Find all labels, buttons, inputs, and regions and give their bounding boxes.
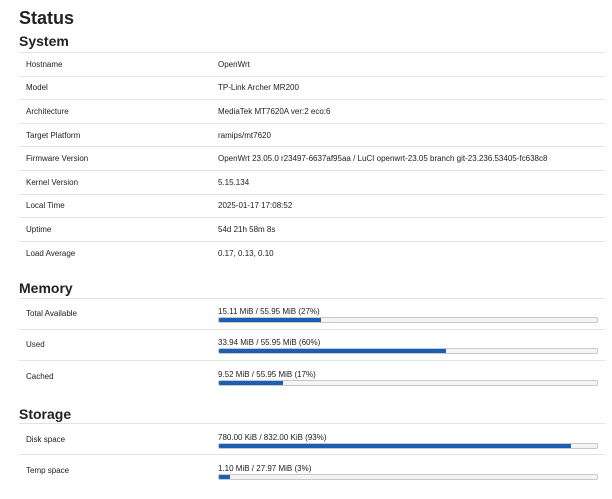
memory-row-label: Cached (19, 359, 218, 392)
storage-usage: 780.00 KiB / 832.00 KiB (93%) (218, 430, 605, 449)
memory-progress-fill (219, 318, 322, 323)
memory-usage-text: 33.94 MiB / 55.95 MiB (60%) (218, 338, 321, 348)
storage-row-label: Temp space (19, 454, 218, 486)
system-row-value: 54d 21h 58m 8s (218, 217, 605, 242)
memory-progress-bar (218, 348, 598, 355)
memory-row-label: Total Available (19, 297, 218, 330)
memory-progress-bar (218, 379, 598, 386)
system-row-label: Load Average (19, 240, 218, 265)
system-row: Local Time 2025-01-17 17:08:52 (19, 193, 605, 218)
section-title-memory: Memory (19, 279, 73, 296)
memory-row: Used 33.94 MiB / 55.95 MiB (60%) (19, 328, 605, 361)
storage-progress-bar (218, 442, 598, 449)
system-row-value: OpenWrt 23.05.0 r23497-6637af95aa / LuCI… (218, 146, 605, 171)
system-row: Load Average 0.17, 0.13, 0.10 (19, 240, 605, 265)
system-row-label: Model (19, 75, 218, 100)
memory-table: Total Available 15.11 MiB / 55.95 MiB (27… (19, 297, 605, 392)
system-table: Hostname OpenWrt Model TP-Link Archer MR200… (19, 52, 605, 265)
memory-usage-text: 9.52 MiB / 55.95 MiB (17%) (218, 369, 316, 379)
memory-row: Cached 9.52 MiB / 55.95 MiB (17%) (19, 359, 605, 392)
storage-progress-fill (219, 443, 571, 448)
memory-row: Total Available 15.11 MiB / 55.95 MiB (27… (19, 297, 605, 330)
memory-usage: 33.94 MiB / 55.95 MiB (60%) (218, 335, 605, 355)
memory-row-label: Used (19, 328, 218, 361)
memory-usage-cell: 33.94 MiB / 55.95 MiB (60%) (218, 328, 605, 361)
system-row-label: Uptime (19, 217, 218, 242)
memory-usage-cell: 15.11 MiB / 55.95 MiB (27%) (218, 297, 605, 330)
storage-usage: 1.10 MiB / 27.97 MiB (3%) (218, 461, 605, 481)
memory-usage-text: 15.11 MiB / 55.95 MiB (27%) (218, 307, 320, 317)
storage-table: Disk space 780.00 KiB / 832.00 KiB (93%) T… (19, 423, 605, 486)
system-row-value: 5.15.134 (218, 169, 605, 195)
storage-row: Temp space 1.10 MiB / 27.97 MiB (3%) (19, 454, 605, 486)
memory-progress-bar (218, 317, 598, 324)
system-row-label: Target Platform (19, 122, 218, 147)
system-row: Model TP-Link Archer MR200 (19, 75, 605, 100)
system-row-label: Firmware Version (19, 146, 218, 171)
system-row-label: Local Time (19, 193, 218, 218)
system-row: Uptime 54d 21h 58m 8s (19, 217, 605, 242)
system-row: Hostname OpenWrt (19, 52, 605, 77)
storage-usage-text: 1.10 MiB / 27.97 MiB (3%) (218, 464, 312, 474)
storage-usage-cell: 1.10 MiB / 27.97 MiB (3%) (218, 454, 605, 486)
system-row: Firmware Version OpenWrt 23.05.0 r23497-6… (19, 146, 605, 171)
section-title-storage: Storage (19, 406, 72, 423)
memory-usage: 15.11 MiB / 55.95 MiB (27%) (218, 304, 605, 324)
system-row-value: 0.17, 0.13, 0.10 (218, 240, 605, 265)
memory-usage: 9.52 MiB / 55.95 MiB (17%) (218, 367, 605, 386)
storage-usage-text: 780.00 KiB / 832.00 KiB (93%) (218, 432, 327, 442)
system-row-value: MediaTek MT7620A ver:2 eco:6 (218, 99, 605, 124)
system-row-value: TP-Link Archer MR200 (218, 75, 605, 100)
system-row-label: Architecture (19, 99, 218, 124)
storage-row: Disk space 780.00 KiB / 832.00 KiB (93%) (19, 423, 605, 455)
storage-usage-cell: 780.00 KiB / 832.00 KiB (93%) (218, 423, 605, 455)
system-row-value: ramips/mt7620 (218, 122, 605, 147)
storage-progress-bar (218, 474, 598, 481)
memory-usage-cell: 9.52 MiB / 55.95 MiB (17%) (218, 359, 605, 392)
system-row: Architecture MediaTek MT7620A ver:2 eco:6 (19, 99, 605, 124)
system-row-value: 2025-01-17 17:08:52 (218, 193, 605, 218)
storage-row-label: Disk space (19, 423, 218, 455)
system-row-value: OpenWrt (218, 52, 605, 77)
memory-progress-fill (219, 349, 446, 354)
system-row-label: Hostname (19, 52, 218, 77)
system-row: Target Platform ramips/mt7620 (19, 122, 605, 147)
storage-progress-fill (219, 475, 231, 480)
system-row-label: Kernel Version (19, 169, 218, 195)
system-row: Kernel Version 5.15.134 (19, 169, 605, 195)
section-title-system: System (19, 33, 69, 49)
memory-progress-fill (219, 380, 284, 385)
page-title: Status (19, 8, 75, 28)
